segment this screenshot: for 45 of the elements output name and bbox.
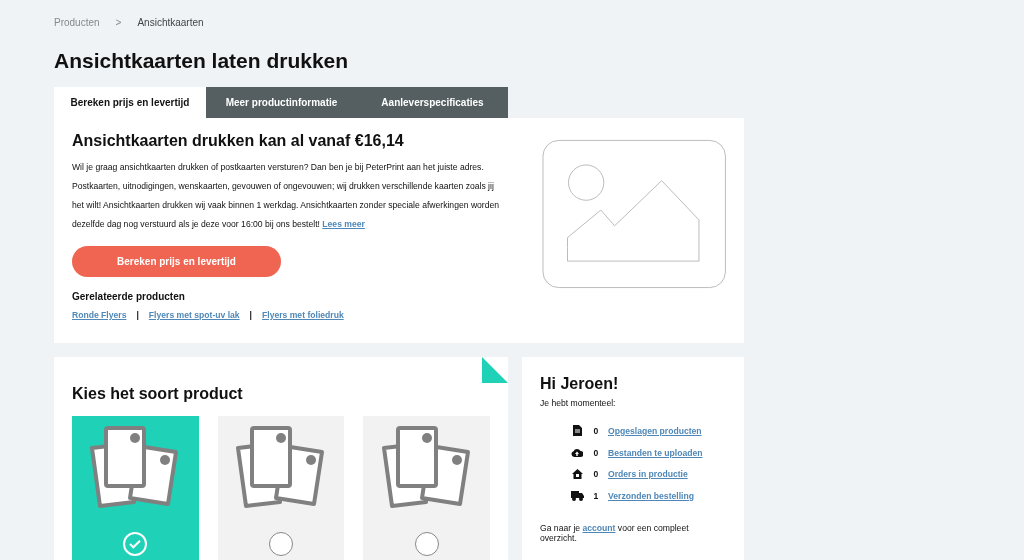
breadcrumb-current: Ansichtkaarten [137,16,204,28]
product-option[interactable] [217,416,345,560]
account-link[interactable]: account [582,522,616,533]
file-icon [572,425,582,437]
intro-text: Wil je graag ansichtkaarten drukken of postkaarten versturen? Dan ben je bij PeterPrint aan het juiste adres. Postkaarten, uitnodigingen, wenskaarten, gevouwen of ongevouwen; wij drukken verschillende kaarten zoals jij het wilt! Ansichtkaarten drukken wij vaak binnen 1 werkdag. Ansichtkaarten zonder speciale afwerkingen worden dezelfde dag nog verstuurd als je deze voor 16:00 bij ons bestelt! Lees meer [72,161,501,231]
account-item-link[interactable]: Orders in productie [608,469,726,480]
item-count: 0 [592,447,600,458]
check-icon [123,532,148,556]
calculate-button[interactable]: Bereken prijs en levertijd [72,246,281,277]
truck-icon [570,490,584,501]
postcards-icon [90,426,181,508]
radio-button[interactable] [414,532,439,556]
product-option[interactable] [72,416,199,560]
link-separator: | [136,310,139,320]
product-option[interactable] [363,416,490,560]
related-heading: Gerelateerde producten [72,291,186,302]
item-count: 1 [592,490,600,501]
account-subtitle: Je hebt momenteel: [540,398,617,408]
page-title: Ansichtkaarten laten drukken [54,48,350,73]
related-link[interactable]: Flyers met spot-uv lak [148,310,240,320]
overview-text: Ga naar je account voor een compleet overzicht. [540,522,690,543]
item-count: 0 [592,425,600,436]
section-heading: Kies het soort product [72,384,244,404]
intro-heading: Ansichtkaarten drukken kan al vanaf €16,14 [72,132,405,150]
related-link[interactable]: Flyers met foliedruk [262,310,344,320]
account-item-link[interactable]: Opgeslagen producten [608,425,726,436]
account-item-link[interactable]: Verzonden bestelling [608,490,726,501]
breadcrumb-link[interactable]: Producten [54,16,100,28]
house-icon [571,469,583,480]
breadcrumb-separator: > [115,16,122,28]
image-placeholder-icon [541,138,726,290]
radio-button[interactable] [269,532,293,556]
item-count: 0 [592,469,600,480]
tab[interactable]: Meer productinformatie [206,87,357,118]
link-separator: | [249,310,252,320]
postcards-icon [236,426,326,508]
account-item-link[interactable]: Bestanden te uploaden [608,447,726,458]
tab[interactable]: Bereken prijs en levertijd [54,87,206,118]
cloud-upload-icon [571,448,583,458]
related-link[interactable]: Ronde Flyers [72,310,127,320]
corner-triangle-icon [482,357,508,383]
tab[interactable]: Aanleverspecificaties [357,87,508,118]
postcards-icon [381,426,472,508]
greeting: Hi Jeroen! [540,375,620,393]
read-more-link[interactable]: Lees meer [322,219,365,229]
